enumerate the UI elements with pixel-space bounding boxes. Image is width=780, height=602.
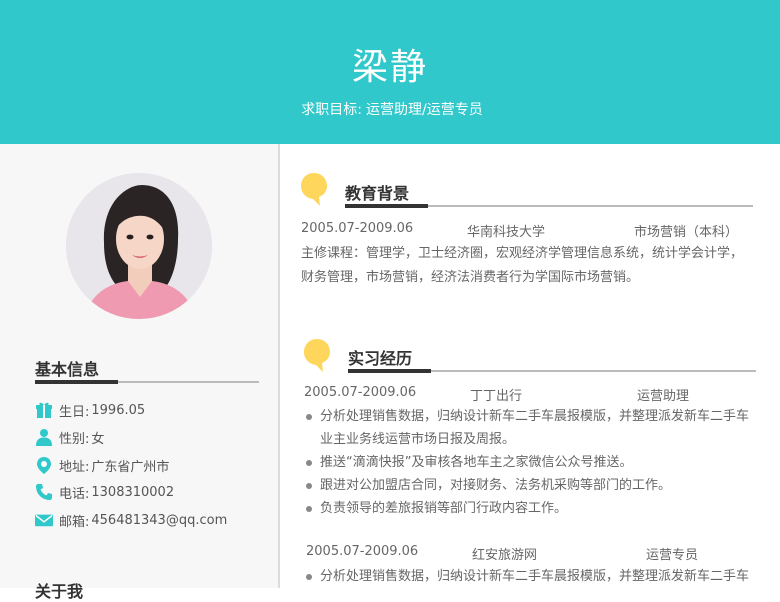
job-date: 2005.07-2009.06 <box>304 385 417 400</box>
info-phone: 电话: 1308310002 <box>35 482 174 502</box>
job-company: 红安旅游网 <box>472 548 538 563</box>
job-company: 丁丁出行 <box>470 389 523 404</box>
section-bubble-icon <box>304 339 330 372</box>
internship-underline <box>348 369 756 373</box>
education-row: 2005.07-2009.06 华南科技大学 市场营销（本科） <box>301 221 761 240</box>
info-gender: 性别: 女 <box>35 427 104 447</box>
info-address: 地址: 广东省广州市 <box>35 455 169 475</box>
job-goal-value: 运营助理/运营专员 <box>366 102 483 118</box>
avatar <box>66 173 212 319</box>
education-date: 2005.07-2009.06 <box>301 221 414 236</box>
basic-info-underline <box>35 380 259 384</box>
list-item: 业主业务线运营市场日报及周报。 <box>320 432 516 447</box>
education-title: 教育背景 <box>345 184 410 203</box>
section-bubble-icon <box>301 173 327 206</box>
header-banner: 梁静 求职目标: 运营助理/运营专员 <box>0 0 780 144</box>
job-position: 运营专员 <box>646 548 699 563</box>
candidate-name: 梁静 <box>351 47 428 88</box>
education-courses: 主修课程：管理学，卫士经济圈，宏观经济学管理信息系统，统计学会计学， 财务管理，… <box>301 246 744 285</box>
gift-icon <box>35 401 53 419</box>
person-icon <box>35 428 53 446</box>
column-divider <box>278 144 280 588</box>
mail-icon <box>35 511 53 529</box>
job-goal-label: 求职目标: <box>301 102 362 118</box>
list-item: 分析处理销售数据，归纳设计新车二手车晨报模版，并整理派发新车二手车 <box>302 405 772 428</box>
internship-title: 实习经历 <box>348 349 413 368</box>
basic-info-title: 基本信息 <box>35 360 100 379</box>
education-major: 市场营销（本科） <box>634 225 739 240</box>
info-email: 邮箱: 456481343@qq.com <box>35 510 227 530</box>
job-position: 运营助理 <box>637 389 690 404</box>
list-item: 推送“滴滴快报”及审核各地车主之家微信公众号推送。 <box>302 451 772 474</box>
list-item: 跟进对公加盟店合同，对接财务、法务机采购等部门的工作。 <box>302 474 772 497</box>
education-school: 华南科技大学 <box>467 225 546 240</box>
job-goal: 求职目标: 运营助理/运营专员 <box>0 99 780 119</box>
job-date: 2005.07-2009.06 <box>306 544 419 559</box>
phone-icon <box>35 483 53 501</box>
location-pin-icon <box>35 456 53 474</box>
about-me-title: 关于我 <box>35 582 84 601</box>
info-birthday: 生日: 1996.05 <box>35 400 145 420</box>
education-underline <box>345 204 753 208</box>
list-item: 负责领导的差旅报销等部门行政内容工作。 <box>302 497 772 520</box>
list-item: 分析处理销售数据，归纳设计新车二手车晨报模版，并整理派发新车二手车 <box>302 565 772 588</box>
job-row-2: 2005.07-2009.06 红安旅游网 运营专员 <box>306 544 766 563</box>
job-2-duties: 分析处理销售数据，归纳设计新车二手车晨报模版，并整理派发新车二手车 <box>302 565 772 588</box>
job-1-duties: 分析处理销售数据，归纳设计新车二手车晨报模版，并整理派发新车二手车 业主业务线运… <box>302 405 772 520</box>
job-row-1: 2005.07-2009.06 丁丁出行 运营助理 <box>304 385 764 404</box>
